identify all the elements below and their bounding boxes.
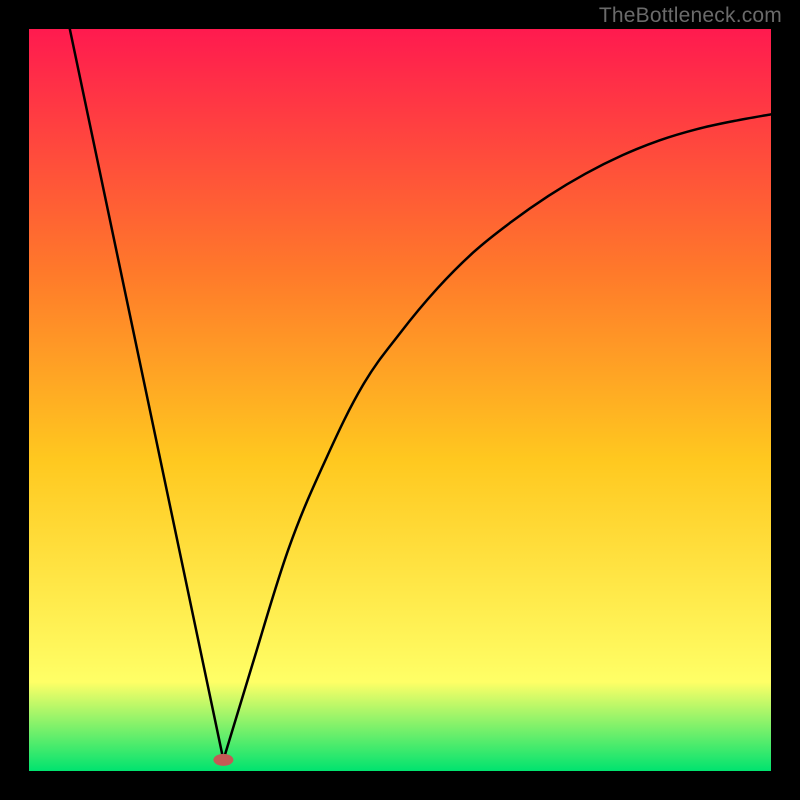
valley-marker	[213, 754, 233, 766]
plot-svg	[29, 29, 771, 771]
valley-marker	[213, 754, 233, 766]
chart-container: TheBottleneck.com	[0, 0, 800, 800]
watermark-text: TheBottleneck.com	[599, 4, 782, 28]
plot-frame	[29, 29, 771, 771]
